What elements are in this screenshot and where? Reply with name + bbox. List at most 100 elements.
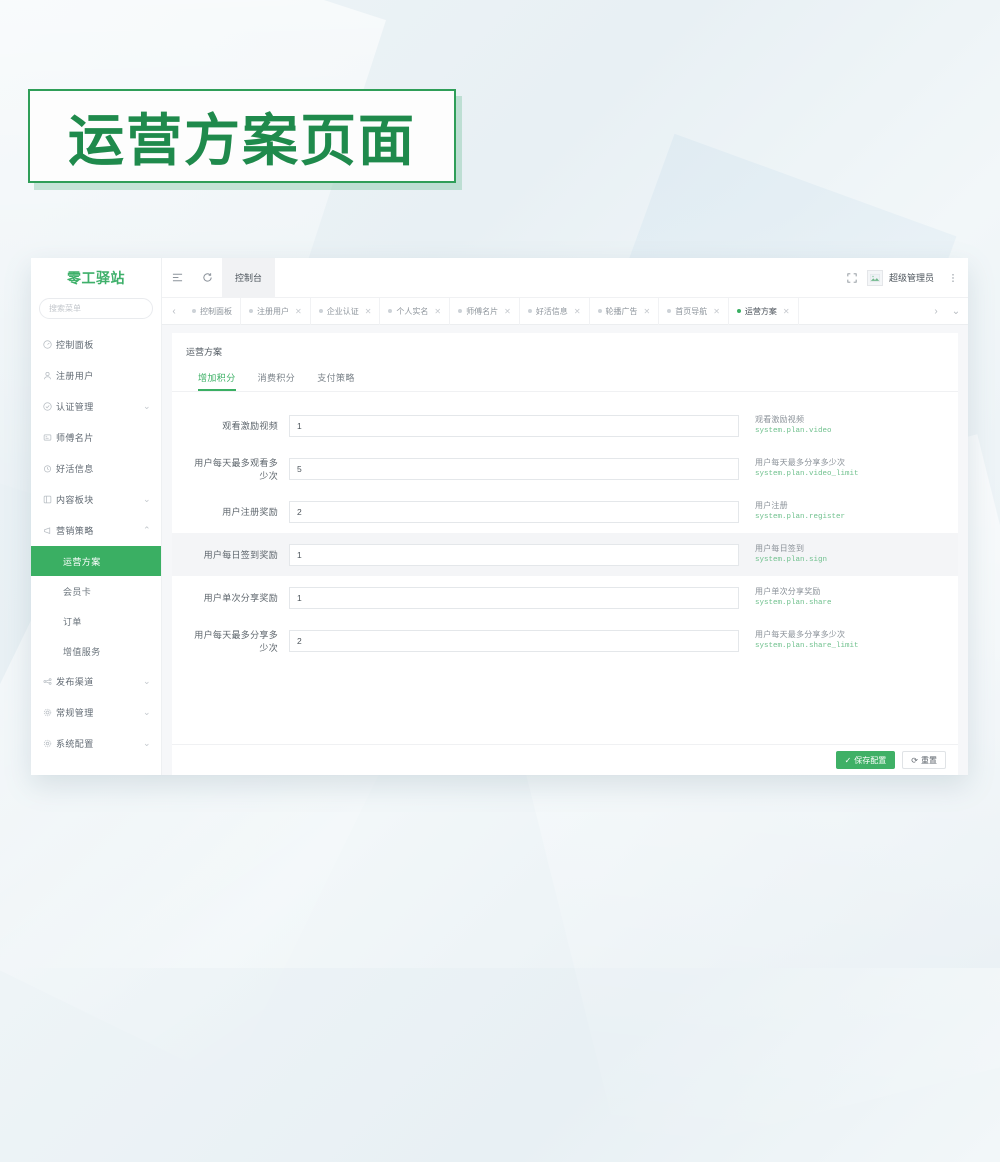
tab-label: 好活信息: [535, 306, 568, 316]
fullscreen-icon[interactable]: [837, 258, 867, 298]
tab-item[interactable]: 师傅名片 ✕: [450, 297, 520, 325]
field-label: 用户注册奖励: [222, 507, 278, 517]
tab-item[interactable]: 首页导航 ✕: [659, 297, 729, 325]
megaphone-icon: [43, 526, 56, 535]
sidebar-item-master-card[interactable]: 师傅名片: [31, 422, 161, 453]
hint-title: 用户每日签到: [755, 543, 805, 553]
tab-item[interactable]: 控制面板: [184, 297, 241, 325]
tab-label: 个人实名: [396, 306, 429, 316]
tab-item[interactable]: 个人实名 ✕: [380, 297, 451, 325]
field-wrap: [289, 629, 739, 652]
sidebar-item-publish-channels[interactable]: 发布渠道 ⌄: [31, 666, 161, 697]
field-hint: 用户每天最多分享多少次 system.plan.share_limit: [739, 629, 958, 652]
close-icon[interactable]: ✕: [434, 307, 441, 316]
save-button[interactable]: ✓ 保存配置: [835, 751, 896, 769]
sidebar-item-label: 常规管理: [56, 708, 94, 718]
hint-key: system.plan.video_limit: [755, 469, 859, 478]
field-label: 用户每天最多观看多少次: [194, 457, 278, 481]
tab-label: 控制面板: [200, 306, 232, 316]
sidebar-menu: 控制面板 注册用户 认证管理 ⌄ 师傅名片 好活信息 内容板块 ⌄ 营销策略 ⌃…: [31, 327, 161, 775]
register-reward-input[interactable]: [289, 500, 739, 523]
form-row: 用户每天最多观看多少次 用户每天最多分享多少次 system.plan.vide…: [172, 447, 958, 490]
refresh-icon[interactable]: [192, 258, 222, 298]
sidebar-subitem-operation-plan[interactable]: 运营方案: [31, 546, 161, 576]
watch-incentive-video-input[interactable]: [289, 414, 739, 437]
sidebar-item-auth-management[interactable]: 认证管理 ⌄: [31, 391, 161, 422]
chevron-left-icon[interactable]: ‹: [164, 298, 184, 325]
more-vertical-icon[interactable]: [938, 258, 968, 298]
field-hint: 用户每天最多分享多少次 system.plan.video_limit: [739, 457, 958, 480]
field-wrap: [289, 500, 739, 523]
close-icon[interactable]: ✕: [783, 307, 790, 316]
badge-check-icon: [43, 402, 56, 411]
sidebar-logo: 零工驿站: [67, 270, 125, 286]
tab-dot: [318, 309, 323, 313]
chevron-right-icon[interactable]: ›: [926, 298, 946, 325]
sidebar-item-label: 控制面板: [56, 340, 94, 350]
sidebar-item-label: 营销策略: [56, 526, 94, 536]
sidebar-item-registered-users[interactable]: 注册用户: [31, 360, 161, 391]
tab-item-active[interactable]: 运营方案 ✕: [729, 297, 799, 325]
user-menu[interactable]: 超级管理员: [866, 269, 938, 286]
tab-console-label: 控制台: [235, 273, 263, 283]
sidebar: 零工驿站 控制面板 注册用户: [31, 258, 162, 775]
daily-share-limit-input[interactable]: [289, 629, 739, 652]
close-icon[interactable]: ✕: [574, 307, 581, 316]
chevron-up-icon: ⌃: [143, 525, 151, 535]
sidebar-subitem-value-added-services[interactable]: 增值服务: [31, 636, 161, 666]
menu-collapse-icon[interactable]: [162, 258, 192, 298]
tab-console[interactable]: 控制台: [222, 258, 276, 298]
settings-form: 观看激励视频 观看激励视频 system.plan.video 用户每天最多观看…: [172, 392, 958, 662]
sidebar-subitem-membership-card[interactable]: 会员卡: [31, 576, 161, 606]
sidebar-item-general-management[interactable]: 常规管理 ⌄: [31, 697, 161, 728]
sidebar-item-job-info[interactable]: 好活信息: [31, 453, 161, 484]
tab-item[interactable]: 企业认证 ✕: [311, 297, 381, 325]
sidebar-subitem-orders[interactable]: 订单: [31, 606, 161, 636]
tab-add-points[interactable]: 增加积分: [198, 368, 236, 391]
title-banner: 运营方案页面: [28, 89, 456, 183]
hint-title: 用户注册: [755, 500, 788, 510]
sidebar-item-content-modules[interactable]: 内容板块 ⌄: [31, 484, 161, 515]
field-wrap: [289, 586, 739, 609]
check-icon: ✓: [844, 755, 852, 765]
reset-button[interactable]: ⟳ 重置: [902, 751, 946, 769]
form-row-highlighted: 用户每日签到奖励 用户每日签到 system.plan.sign: [172, 533, 958, 576]
field-label: 用户每日签到奖励: [203, 550, 278, 560]
sidebar-item-dashboard[interactable]: 控制面板: [31, 329, 161, 360]
tab-item[interactable]: 好活信息 ✕: [520, 297, 590, 325]
single-share-reward-input[interactable]: [289, 586, 739, 609]
main-area: 控制台 超级管理员 ‹ 控制面板 注册用户 ✕ 企业认证 ✕ 个人实名 ✕ 师傅…: [162, 258, 968, 775]
chevron-down-icon[interactable]: ⌄: [946, 298, 966, 325]
form-row: 用户注册奖励 用户注册 system.plan.register: [172, 490, 958, 533]
tab-label: 消费积分: [257, 373, 296, 383]
daily-signin-reward-input[interactable]: [289, 543, 739, 566]
close-icon[interactable]: ✕: [365, 307, 372, 316]
close-icon[interactable]: ✕: [713, 307, 720, 316]
tab-label: 企业认证: [326, 306, 359, 316]
refresh-icon: ⟳: [911, 755, 918, 765]
sidebar-item-marketing-strategy[interactable]: 营销策略 ⌃: [31, 515, 161, 546]
search-input[interactable]: [39, 298, 153, 319]
tab-item[interactable]: 轮播广告 ✕: [590, 297, 660, 325]
tab-payment-strategy[interactable]: 支付策略: [317, 368, 355, 391]
tab-list: 控制面板 注册用户 ✕ 企业认证 ✕ 个人实名 ✕ 师傅名片 ✕ 好活信息 ✕ 轮播广告 ✕…: [184, 297, 926, 325]
tab-item[interactable]: 注册用户 ✕: [241, 297, 311, 325]
sidebar-item-system-config[interactable]: 系统配置 ⌄: [31, 728, 161, 759]
sidebar-item-label: 系统配置: [56, 739, 94, 749]
form-row: 观看激励视频 观看激励视频 system.plan.video: [172, 404, 958, 447]
close-icon[interactable]: ✕: [504, 307, 511, 316]
tab-dot: [736, 309, 741, 313]
user-icon: [43, 371, 56, 380]
close-icon[interactable]: ✕: [644, 307, 651, 316]
tab-dot: [527, 309, 532, 313]
page-tabs: 增加积分 消费积分 支付策略: [172, 368, 958, 392]
tab-dot: [249, 309, 253, 313]
tab-label: 注册用户: [257, 306, 289, 316]
close-icon[interactable]: ✕: [295, 307, 302, 316]
daily-watch-limit-input[interactable]: [289, 457, 739, 480]
tab-consume-points[interactable]: 消费积分: [258, 368, 296, 391]
tab-label: 轮播广告: [605, 306, 638, 316]
share-icon: [43, 677, 56, 686]
page-title: 运营方案: [186, 347, 223, 357]
hint-key: system.plan.sign: [755, 555, 828, 564]
